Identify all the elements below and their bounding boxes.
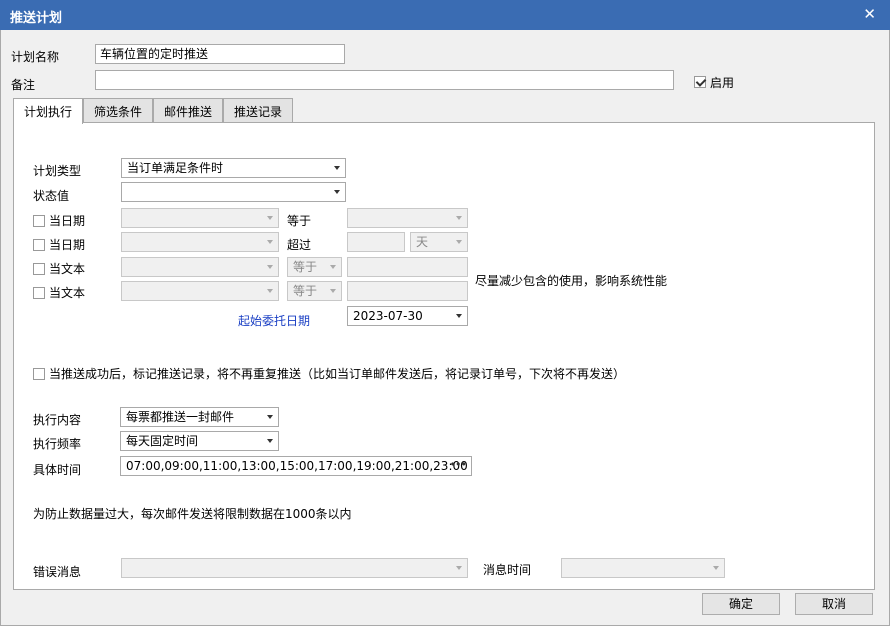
date-equal-label: 当日期 — [49, 214, 86, 228]
mark-record-label: 当推送成功后，标记推送记录，将不再重复推送（比如当订单邮件发送后，将记录订单号，… — [49, 367, 626, 381]
start-date-value: 2023-07-30 — [353, 309, 423, 323]
text-op-value-1: 等于 — [293, 260, 318, 274]
ok-button[interactable]: 确定 — [702, 593, 780, 615]
chevron-down-icon — [456, 314, 462, 318]
mark-record-checkbox[interactable] — [33, 366, 45, 380]
plan-name-label: 计划名称 — [11, 50, 60, 64]
error-msg-label: 错误消息 — [33, 565, 82, 579]
tab-filter[interactable]: 筛选条件 — [83, 98, 153, 123]
tab-push-record[interactable]: 推送记录 — [223, 98, 293, 123]
chevron-down-icon — [330, 289, 336, 293]
exec-time-label: 具体时间 — [33, 463, 82, 477]
exec-content-label: 执行内容 — [33, 413, 82, 427]
tab-plan-exec[interactable]: 计划执行 — [13, 98, 83, 124]
date-equal-checkbox[interactable] — [33, 213, 45, 227]
checkbox-box — [33, 238, 45, 251]
enable-label: 启用 — [710, 76, 735, 90]
enable-checkbox[interactable] — [694, 74, 706, 88]
exec-content-value: 每票都推送一封邮件 — [126, 410, 235, 424]
plan-type-select[interactable]: 当订单满足条件时 — [121, 158, 346, 178]
exec-time-value: 07:00,09:00,11:00,13:00,15:00,17:00,19:0… — [126, 459, 468, 473]
exec-freq-value: 每天固定时间 — [126, 434, 199, 448]
status-label: 状态值 — [33, 189, 70, 203]
exec-content-select[interactable]: 每票都推送一封邮件 — [120, 407, 279, 427]
text-op-select-1[interactable]: 等于 — [287, 257, 342, 277]
close-icon[interactable]: ✕ — [863, 5, 876, 23]
chevron-down-icon — [456, 566, 462, 570]
unit-select[interactable]: 天 — [410, 232, 468, 252]
chevron-down-icon — [267, 265, 273, 269]
text-checkbox-2[interactable] — [33, 285, 45, 299]
text-value-input-1[interactable] — [347, 257, 468, 277]
chevron-down-icon — [267, 289, 273, 293]
chevron-down-icon — [267, 439, 273, 443]
chevron-down-icon — [267, 216, 273, 220]
exec-freq-select[interactable]: 每天固定时间 — [120, 431, 279, 451]
text-label-1: 当文本 — [49, 262, 86, 276]
date-field-select-1[interactable] — [121, 208, 279, 228]
text-label-2: 当文本 — [49, 286, 86, 300]
checkbox-box — [33, 262, 45, 275]
check-icon — [694, 75, 706, 88]
exec-freq-label: 执行频率 — [33, 437, 82, 451]
equal-label: 等于 — [287, 214, 312, 228]
window-title: 推送计划 — [10, 11, 63, 26]
text-value-input-2[interactable] — [347, 281, 468, 301]
text-field-select-1[interactable] — [121, 257, 279, 277]
unit-value: 天 — [416, 235, 429, 249]
exec-time-input[interactable]: 07:00,09:00,11:00,13:00,15:00,17:00,19:0… — [120, 456, 472, 476]
title-bar: 推送计划 ✕ — [0, 0, 890, 30]
over-label: 超过 — [287, 238, 312, 252]
checkbox-box — [33, 286, 45, 299]
date-value-select-1[interactable] — [347, 208, 468, 228]
plan-type-label: 计划类型 — [33, 164, 82, 178]
chevron-down-icon — [713, 566, 719, 570]
plan-name-input[interactable]: 车辆位置的定时推送 — [95, 44, 345, 64]
cancel-button[interactable]: 取消 — [795, 593, 873, 615]
status-select[interactable] — [121, 182, 346, 202]
error-msg-select[interactable] — [121, 558, 468, 578]
text-op-value-2: 等于 — [293, 284, 318, 298]
start-date-picker[interactable]: 2023-07-30 — [347, 306, 468, 326]
chevron-down-icon — [334, 166, 340, 170]
chevron-down-icon — [334, 190, 340, 194]
more-icon[interactable]: ••• — [450, 458, 467, 472]
msg-time-label: 消息时间 — [483, 563, 532, 577]
date-over-label: 当日期 — [49, 238, 86, 252]
remark-label: 备注 — [11, 78, 36, 92]
remark-input[interactable] — [95, 70, 674, 90]
plan-type-value: 当订单满足条件时 — [127, 161, 224, 175]
checkbox-box — [33, 214, 45, 227]
chevron-down-icon — [456, 240, 462, 244]
chevron-down-icon — [267, 240, 273, 244]
date-over-checkbox[interactable] — [33, 237, 45, 251]
checkbox-box — [33, 367, 45, 380]
text-checkbox-1[interactable] — [33, 261, 45, 275]
text-field-select-2[interactable] — [121, 281, 279, 301]
date-field-select-2[interactable] — [121, 232, 279, 252]
chevron-down-icon — [330, 265, 336, 269]
chevron-down-icon — [267, 415, 273, 419]
start-date-label: 起始委托日期 — [238, 314, 311, 328]
text-op-select-2[interactable]: 等于 — [287, 281, 342, 301]
limit-note: 为防止数据量过大，每次邮件发送将限制数据在1000条以内 — [33, 507, 352, 521]
tab-mail-push[interactable]: 邮件推送 — [153, 98, 223, 123]
text-perf-hint: 尽量减少包含的使用，影响系统性能 — [475, 274, 668, 288]
msg-time-select[interactable] — [561, 558, 725, 578]
chevron-down-icon — [456, 216, 462, 220]
days-input[interactable] — [347, 232, 405, 252]
